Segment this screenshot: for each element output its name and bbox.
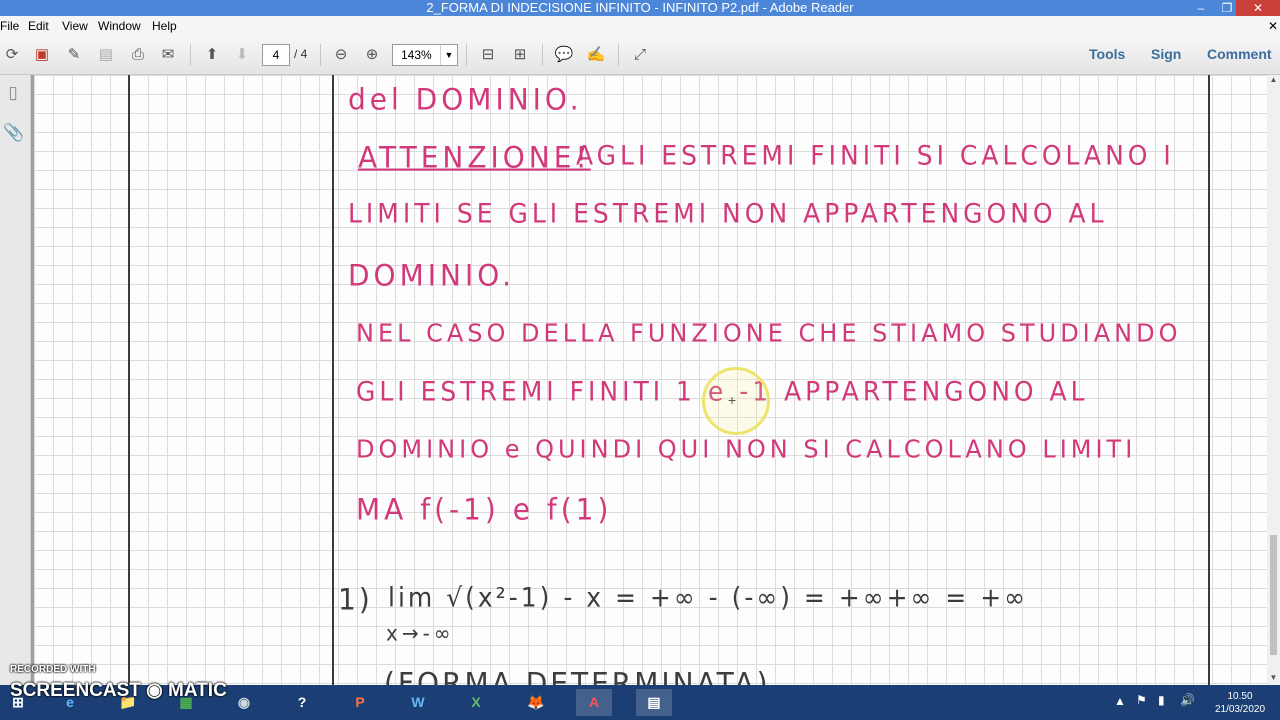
watermark-line2: SCREENCAST ◉ MATIC [10, 680, 227, 701]
create-pdf-icon[interactable]: ▣ [32, 45, 52, 65]
screen-recorder-icon[interactable]: ▤ [636, 689, 672, 716]
menu-help[interactable]: Help [152, 16, 177, 36]
handwritten-line: MA f(-1) e f(1) [356, 492, 613, 527]
menu-file[interactable]: File [0, 16, 19, 36]
toolbar: ⟳ ▣ ✎ ▤ ⎙ ✉ ⬆ ⬇ 4 / 4 ⊖ ⊕ 143% ▼ ⊟ ⊞ 💬 ✍… [0, 36, 1280, 75]
pages-icon[interactable]: ▯ [3, 83, 23, 105]
handwritten-line: NEL CASO DELLA FUNZIONE CHE STIAMO STUDI… [356, 318, 1182, 348]
adobe-reader-icon[interactable]: A [576, 689, 612, 716]
zoom-value: 143% [401, 48, 432, 62]
margin-line [128, 75, 130, 685]
clock-date: 21/03/2020 [1214, 704, 1266, 715]
firefox-icon[interactable]: 🦊 [518, 689, 554, 716]
watermark-line1: RECORDED WITH [10, 664, 96, 675]
scroll-down-icon[interactable]: ▼ [1267, 673, 1280, 682]
zoom-select[interactable]: 143% ▼ [392, 44, 458, 66]
menu-bar: File Edit View Window Help ✕ [0, 16, 1280, 36]
clock-time: 10.50 [1227, 691, 1253, 702]
margin-line [1208, 75, 1210, 685]
save-icon[interactable]: ▤ [96, 45, 116, 65]
print-icon[interactable]: ⎙ [128, 45, 148, 65]
volume-icon[interactable]: 🔊 [1180, 693, 1195, 707]
toolbar-divider [320, 44, 321, 66]
toolbar-divider [466, 44, 467, 66]
comment-bubble-icon[interactable]: 💬 [554, 45, 574, 65]
handwritten-line: del DOMINIO. [348, 82, 583, 117]
handwritten-line: AGLI ESTREMI FINITI SI CALCOLANO I [576, 140, 1175, 171]
powerpoint-icon[interactable]: P [342, 689, 378, 716]
page-total: / 4 [294, 47, 308, 61]
limit-expression: lim √(x²-1) - x = +∞ - (-∞) = +∞+∞ = +∞ [388, 582, 1028, 613]
edit-icon[interactable]: ✎ [64, 45, 84, 65]
recorder-watermark: RECORDED WITH SCREENCAST ◉ MATIC [10, 664, 227, 702]
highlight-icon[interactable]: ✍ [586, 45, 606, 65]
handwritten-line: DOMINIO e QUINDI QUI NON SI CALCOLANO LI… [356, 434, 1137, 464]
word-icon[interactable]: W [400, 689, 436, 716]
vertical-scrollbar[interactable]: ▲ ▼ [1267, 75, 1280, 685]
tray-flag-icon[interactable]: ⚑ [1136, 693, 1147, 707]
window-titlebar: 2_FORMA DI INDECISIONE INFINITO - INFINI… [0, 0, 1280, 16]
pdf-page: del DOMINIO. ATTENZIONE! AGLI ESTREMI FI… [34, 75, 1267, 685]
cursor-icon: + [728, 392, 737, 408]
fit-width-icon[interactable]: ⊞ [510, 45, 530, 65]
signal-icon[interactable]: ▮ [1158, 693, 1165, 707]
attachment-icon[interactable]: 📎 [3, 123, 24, 145]
sign-button[interactable]: Sign [1151, 46, 1181, 62]
clock[interactable]: 10.50 21/03/2020 [1208, 690, 1272, 716]
document-viewport[interactable]: del DOMINIO. ATTENZIONE! AGLI ESTREMI FI… [31, 75, 1267, 685]
scroll-up-icon[interactable]: ▲ [1267, 75, 1280, 84]
zoom-out-icon[interactable]: ⊖ [331, 45, 351, 65]
tray-arrow-icon[interactable]: ▲ [1114, 694, 1126, 708]
zoom-in-icon[interactable]: ⊕ [362, 45, 382, 65]
excel-icon[interactable]: X [458, 689, 494, 716]
open-icon[interactable]: ⟳ [2, 45, 22, 65]
previous-page-icon[interactable]: ⬆ [202, 45, 222, 65]
scroll-thumb[interactable] [1270, 535, 1277, 655]
fullscreen-icon[interactable]: ⤢ [630, 45, 650, 65]
close-document-button[interactable]: ✕ [1268, 16, 1278, 36]
menu-window[interactable]: Window [98, 16, 141, 36]
toolbar-divider [542, 44, 543, 66]
page-number-input[interactable]: 4 [262, 44, 290, 66]
handwritten-line: DOMINIO. [348, 258, 516, 293]
browser-icon[interactable]: ◉ [226, 689, 262, 716]
handwritten-line: LIMITI SE GLI ESTREMI NON APPARTENGONO A… [348, 198, 1108, 229]
tools-button[interactable]: Tools [1089, 46, 1125, 62]
limit-subscript: x→-∞ [386, 620, 455, 646]
window-title: 2_FORMA DI INDECISIONE INFINITO - INFINI… [426, 0, 854, 15]
email-icon[interactable]: ✉ [158, 45, 178, 65]
chevron-down-icon[interactable]: ▼ [440, 45, 457, 65]
handwritten-line: (FORMA DETERMINATA) [384, 666, 771, 685]
navigation-pane: ▯ 📎 [0, 75, 31, 685]
next-page-icon[interactable]: ⬇ [232, 45, 252, 65]
margin-line [332, 75, 334, 685]
close-window-button[interactable]: ✕ [1236, 0, 1280, 16]
menu-view[interactable]: View [62, 16, 88, 36]
toolbar-divider [190, 44, 191, 66]
fit-page-icon[interactable]: ⊟ [478, 45, 498, 65]
menu-edit[interactable]: Edit [28, 16, 49, 36]
handwritten-heading: ATTENZIONE! [358, 140, 591, 175]
exercise-number: 1) [338, 582, 373, 617]
toolbar-divider [618, 44, 619, 66]
help-icon[interactable]: ? [284, 689, 320, 716]
comment-button[interactable]: Comment [1207, 46, 1272, 62]
minimize-button[interactable]: – [1188, 0, 1214, 16]
